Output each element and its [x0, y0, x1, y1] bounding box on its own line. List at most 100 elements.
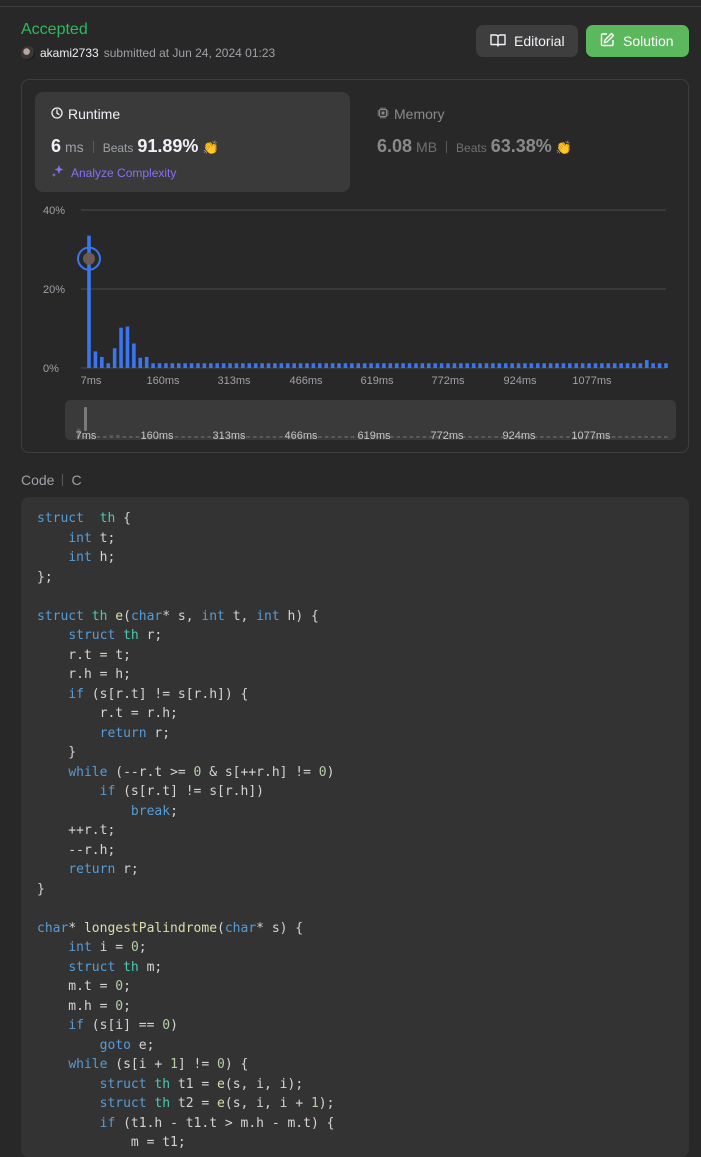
chart-bar — [574, 363, 579, 368]
chart-bar — [484, 363, 489, 368]
navigator-tick-label: 619ms — [357, 430, 391, 442]
submitted-time: submitted at Jun 24, 2024 01:23 — [103, 46, 276, 60]
chart-bar — [343, 363, 348, 368]
avatar[interactable] — [21, 46, 35, 60]
chart-bar — [285, 363, 290, 368]
chart-bar — [337, 363, 341, 368]
chart-bar — [247, 363, 252, 368]
chart-bar — [529, 363, 534, 368]
navigator-bar — [109, 435, 114, 438]
code-line: r.h = h; — [37, 667, 131, 682]
chart-bar — [183, 363, 187, 368]
navigator-bar — [135, 436, 140, 438]
chart-bar — [625, 363, 630, 368]
memory-beats-label: Beats — [456, 141, 487, 155]
navigator-bar — [618, 436, 622, 438]
chart-bar — [394, 363, 399, 368]
chart-bar — [382, 363, 386, 368]
editorial-button[interactable]: Editorial — [476, 25, 578, 57]
code-line: struct th e(char* s, int t, int h) { — [37, 608, 319, 624]
chart-bar — [606, 363, 611, 368]
navigator-bar — [324, 436, 329, 438]
navigator-tick-label: 924ms — [502, 430, 536, 442]
code-line: if (s[r.t] != s[r.h]) — [99, 784, 264, 799]
chart-bar — [241, 363, 245, 368]
code-line: goto e; — [99, 1037, 155, 1053]
solution-label: Solution — [623, 33, 674, 49]
sparkle-icon — [51, 164, 65, 181]
navigator-bar — [396, 436, 401, 438]
navigator-bar — [337, 436, 342, 438]
navigator-bar — [481, 436, 485, 438]
chart-bar — [426, 363, 431, 368]
code-line: r.t = t; — [37, 647, 131, 663]
x-tick-label: 7ms — [81, 375, 102, 387]
navigator-bar — [103, 436, 107, 438]
memory-heading[interactable]: Memory — [377, 106, 445, 122]
navigator-bar — [279, 436, 283, 438]
navigator-bar — [650, 436, 655, 438]
navigator-bar — [350, 436, 355, 438]
code-line: while (s[i + 1] != 0) { — [68, 1057, 249, 1072]
navigator-bar — [331, 436, 335, 438]
navigator-bar — [468, 436, 472, 438]
y-tick-label: 20% — [43, 284, 65, 296]
chart-bar — [471, 363, 476, 368]
chart-bar — [112, 348, 117, 368]
chart-bar — [561, 363, 566, 368]
analyze-complexity-link[interactable]: Analyze Complexity — [51, 164, 176, 181]
memory-metric: 6.08 MB Beats 63.38% 👏 — [377, 136, 572, 157]
navigator-bar — [631, 436, 635, 438]
navigator-bar — [553, 436, 557, 438]
runtime-heading: Runtime — [51, 106, 120, 122]
chart-bar — [93, 351, 98, 368]
navigator-bar — [637, 436, 642, 438]
code-line: } — [37, 745, 77, 760]
chart-bar — [516, 363, 521, 368]
runtime-panel[interactable]: Runtime 6 ms Beats 91.89% 👏 Analyze Comp… — [35, 92, 350, 192]
navigator-bar — [266, 436, 270, 438]
username-link[interactable]: akami2733 — [40, 46, 99, 60]
chart-bar — [234, 363, 239, 368]
chart-bar — [132, 343, 136, 368]
navigator-bar — [96, 436, 101, 438]
navigator-bar — [207, 436, 211, 438]
chart-bar — [119, 327, 123, 368]
chart-bar — [414, 363, 418, 368]
chart-bar — [587, 363, 591, 368]
memory-unit: MB — [416, 139, 438, 155]
navigator-tick-label: 1077ms — [571, 430, 611, 442]
chart-bar — [189, 363, 194, 368]
memory-beats-value: 63.38% — [490, 136, 552, 156]
chart-bar — [176, 363, 181, 368]
chart-bar — [497, 363, 502, 368]
chart-bar — [388, 363, 393, 368]
code-line: struct th { — [37, 511, 131, 526]
chart-bar — [523, 363, 527, 368]
code-line: struct th r; — [68, 628, 163, 643]
code-label: Code — [21, 472, 55, 488]
code-line: while (--r.t >= 0 & s[++r.h] != 0) — [68, 764, 335, 780]
code-line: m = t1; — [37, 1135, 186, 1150]
chart-bar — [535, 363, 540, 368]
chart-bar — [266, 363, 271, 368]
navigator-bar — [116, 435, 120, 438]
code-line: if (s[i] == 0) — [68, 1018, 178, 1033]
code-line: int t; — [68, 530, 116, 546]
chart-bar — [100, 356, 104, 368]
chart-bar — [657, 363, 662, 368]
solution-button[interactable]: Solution — [586, 25, 689, 57]
navigator-bar — [559, 436, 564, 438]
chart-bar — [228, 363, 232, 368]
chart-bar — [215, 363, 220, 368]
clap-icon: 👏 — [555, 140, 572, 155]
navigator-bar — [644, 436, 648, 438]
navigator-bar — [487, 436, 492, 438]
code-line: break; — [130, 803, 178, 819]
chart-bar — [401, 363, 405, 368]
code-line: --r.h; — [37, 842, 116, 858]
chart-bar — [632, 363, 636, 368]
code-block[interactable]: struct th { int t; int h;}; struct th e(… — [21, 497, 689, 1157]
chart-bar — [459, 363, 463, 368]
